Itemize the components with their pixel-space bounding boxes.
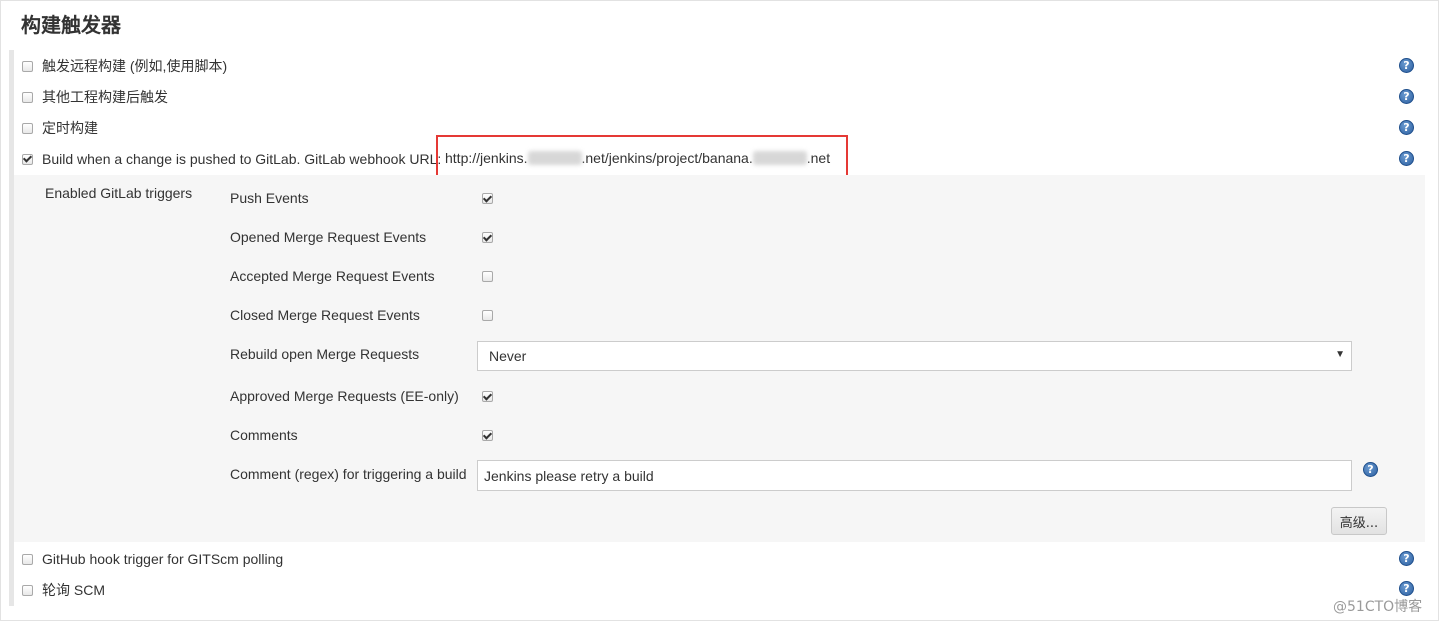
trigger-github-hook-label: GitHub hook trigger for GITScm polling bbox=[42, 551, 284, 567]
rebuild-open-mr-label: Rebuild open Merge Requests bbox=[230, 346, 420, 362]
trigger-gitlab-push-checkbox[interactable] bbox=[22, 153, 33, 165]
trigger-periodic-build-checkbox[interactable] bbox=[22, 122, 33, 134]
rebuild-open-mr-select[interactable]: Never ▼ bbox=[477, 341, 1352, 371]
trigger-poll-scm[interactable]: 轮询 SCM bbox=[22, 580, 105, 600]
section-title: 构建触发器 bbox=[21, 13, 121, 37]
closed-mr-events-checkbox[interactable] bbox=[482, 310, 493, 321]
comments-checkbox[interactable] bbox=[482, 430, 493, 441]
comment-regex-label: Comment (regex) for triggering a build bbox=[230, 466, 467, 482]
opened-mr-events-label: Opened Merge Request Events bbox=[230, 229, 427, 245]
dropdown-arrow-icon: ▼ bbox=[1335, 349, 1345, 360]
trigger-remote-build-label: 触发远程构建 (例如,使用脚本) bbox=[42, 58, 228, 74]
help-icon[interactable] bbox=[1399, 120, 1414, 135]
push-events-label: Push Events bbox=[230, 190, 309, 206]
trigger-remote-build-checkbox[interactable] bbox=[22, 60, 33, 72]
trigger-periodic-build-label: 定时构建 bbox=[42, 120, 98, 136]
enabled-gitlab-triggers-label: Enabled GitLab triggers bbox=[45, 185, 193, 201]
push-events-checkbox[interactable] bbox=[482, 193, 493, 204]
trigger-after-other-projects[interactable]: 其他工程构建后触发 bbox=[22, 87, 168, 107]
trigger-gitlab-push-label: Build when a change is pushed to GitLab.… bbox=[42, 151, 442, 167]
accepted-mr-events-label: Accepted Merge Request Events bbox=[230, 268, 435, 284]
rebuild-open-mr-value: Never bbox=[489, 348, 527, 364]
trigger-github-hook-checkbox[interactable] bbox=[22, 553, 33, 565]
comments-label: Comments bbox=[230, 427, 298, 443]
help-icon[interactable] bbox=[1363, 462, 1378, 477]
trigger-after-other-projects-label: 其他工程构建后触发 bbox=[42, 89, 168, 105]
trigger-remote-build[interactable]: 触发远程构建 (例如,使用脚本) bbox=[22, 56, 227, 76]
help-icon[interactable] bbox=[1399, 551, 1414, 566]
trigger-github-hook[interactable]: GitHub hook trigger for GITScm polling bbox=[22, 549, 283, 569]
opened-mr-events-checkbox[interactable] bbox=[482, 232, 493, 243]
approved-mr-checkbox[interactable] bbox=[482, 391, 493, 402]
help-icon[interactable] bbox=[1399, 151, 1414, 166]
advanced-button[interactable]: 高级... bbox=[1331, 507, 1387, 535]
help-icon[interactable] bbox=[1399, 89, 1414, 104]
approved-mr-label: Approved Merge Requests (EE-only) bbox=[230, 388, 459, 404]
trigger-poll-scm-label: 轮询 SCM bbox=[42, 582, 105, 598]
closed-mr-events-label: Closed Merge Request Events bbox=[230, 307, 420, 323]
trigger-periodic-build[interactable]: 定时构建 bbox=[22, 118, 98, 138]
trigger-gitlab-push[interactable]: Build when a change is pushed to GitLab.… bbox=[22, 149, 441, 169]
help-icon[interactable] bbox=[1399, 581, 1414, 596]
trigger-after-other-projects-checkbox[interactable] bbox=[22, 91, 33, 103]
trigger-poll-scm-checkbox[interactable] bbox=[22, 584, 33, 596]
help-icon[interactable] bbox=[1399, 58, 1414, 73]
comment-regex-input[interactable] bbox=[477, 460, 1352, 491]
accepted-mr-events-checkbox[interactable] bbox=[482, 271, 493, 282]
watermark: @51CTO博客 bbox=[1333, 599, 1423, 615]
